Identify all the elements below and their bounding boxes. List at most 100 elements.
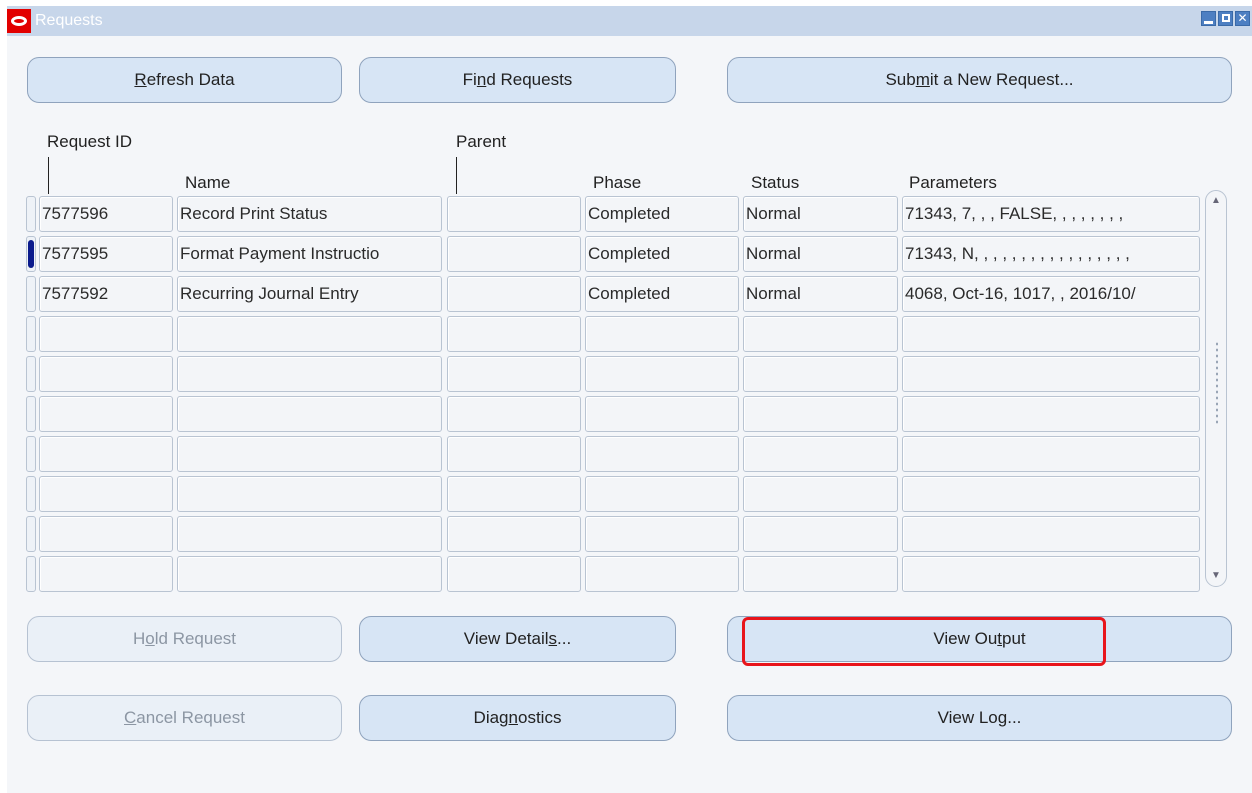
cell-status[interactable] bbox=[743, 316, 898, 352]
cell-status[interactable]: Normal bbox=[743, 236, 898, 272]
row-indicator[interactable] bbox=[26, 556, 36, 592]
cell-phase[interactable] bbox=[585, 356, 739, 392]
cell-status[interactable] bbox=[743, 436, 898, 472]
cancel-request-button[interactable]: Cancel Request bbox=[27, 695, 342, 741]
cell-parent[interactable] bbox=[447, 276, 581, 312]
button-label: View Detail bbox=[463, 629, 549, 648]
row-indicator[interactable] bbox=[26, 516, 36, 552]
cell-parameters[interactable]: 71343, 7, , , FALSE, , , , , , , , bbox=[902, 196, 1200, 232]
restore-icon[interactable] bbox=[1218, 11, 1233, 26]
row-indicator[interactable] bbox=[26, 356, 36, 392]
vertical-scrollbar[interactable]: ▲ ▼ bbox=[1205, 190, 1227, 587]
oracle-icon bbox=[7, 9, 31, 33]
cell-parameters[interactable] bbox=[902, 436, 1200, 472]
cell-status[interactable] bbox=[743, 396, 898, 432]
cell-parent[interactable] bbox=[447, 356, 581, 392]
cell-name[interactable] bbox=[177, 396, 442, 432]
scroll-thumb[interactable] bbox=[1215, 341, 1220, 426]
row-indicator[interactable] bbox=[26, 396, 36, 432]
cell-parameters[interactable] bbox=[902, 356, 1200, 392]
cell-name[interactable]: Recurring Journal Entry bbox=[177, 276, 442, 312]
cell-status[interactable]: Normal bbox=[743, 276, 898, 312]
cell-request-id[interactable]: 7577595 bbox=[39, 236, 173, 272]
submit-new-request-button[interactable]: Sub m it a New Request... bbox=[727, 57, 1232, 103]
cell-parameters[interactable]: 71343, N, , , , , , , , , , , , , , , , … bbox=[902, 236, 1200, 272]
cell-phase[interactable] bbox=[585, 476, 739, 512]
cell-parent[interactable] bbox=[447, 516, 581, 552]
cell-request-id[interactable] bbox=[39, 316, 173, 352]
cell-name[interactable] bbox=[177, 516, 442, 552]
cell-name[interactable] bbox=[177, 436, 442, 472]
row-indicator[interactable] bbox=[26, 196, 36, 232]
row-indicator[interactable] bbox=[26, 236, 36, 272]
row-indicator[interactable] bbox=[26, 276, 36, 312]
view-log-button[interactable]: View Lo g... bbox=[727, 695, 1232, 741]
cell-name[interactable] bbox=[177, 476, 442, 512]
scroll-up-icon[interactable]: ▲ bbox=[1210, 195, 1222, 207]
cell-request-id[interactable]: 7577596 bbox=[39, 196, 173, 232]
cell-phase[interactable] bbox=[585, 436, 739, 472]
cell-parent[interactable] bbox=[447, 396, 581, 432]
button-label: View Lo bbox=[937, 708, 998, 727]
diagnostics-button[interactable]: Diag n ostics bbox=[359, 695, 676, 741]
cell-parent[interactable] bbox=[447, 236, 581, 272]
cell-parent[interactable] bbox=[447, 476, 581, 512]
cell-phase[interactable] bbox=[585, 316, 739, 352]
mnemonic: n bbox=[508, 708, 518, 727]
minimize-icon[interactable] bbox=[1201, 11, 1216, 26]
button-label: View Ou bbox=[933, 629, 998, 648]
mnemonic: C bbox=[124, 708, 137, 727]
view-details-button[interactable]: View Detail s... bbox=[359, 616, 676, 662]
button-label: ancel Request bbox=[136, 708, 245, 727]
row-indicator[interactable] bbox=[26, 476, 36, 512]
row-indicator[interactable] bbox=[26, 436, 36, 472]
cell-request-id[interactable]: 7577592 bbox=[39, 276, 173, 312]
cell-request-id[interactable] bbox=[39, 476, 173, 512]
cell-phase[interactable] bbox=[585, 556, 739, 592]
cell-phase[interactable] bbox=[585, 516, 739, 552]
button-label: put bbox=[1002, 629, 1026, 648]
find-requests-button[interactable]: Fi n d Requests bbox=[359, 57, 676, 103]
cell-phase[interactable]: Completed bbox=[585, 276, 739, 312]
cell-request-id[interactable] bbox=[39, 396, 173, 432]
cell-parameters[interactable] bbox=[902, 556, 1200, 592]
scroll-down-icon[interactable]: ▼ bbox=[1210, 570, 1222, 582]
cell-parent[interactable] bbox=[447, 556, 581, 592]
title-bar[interactable]: Requests ✕ bbox=[7, 6, 1252, 36]
button-label: H bbox=[132, 629, 146, 648]
cell-phase[interactable] bbox=[585, 396, 739, 432]
cell-request-id[interactable] bbox=[39, 516, 173, 552]
cell-request-id[interactable] bbox=[39, 436, 173, 472]
cell-parameters[interactable] bbox=[902, 516, 1200, 552]
cell-parent[interactable] bbox=[447, 436, 581, 472]
row-indicator[interactable] bbox=[26, 316, 36, 352]
cell-parent[interactable] bbox=[447, 196, 581, 232]
hold-request-button[interactable]: Ho ld Request bbox=[27, 616, 342, 662]
cell-request-id[interactable] bbox=[39, 556, 173, 592]
cell-status[interactable] bbox=[743, 516, 898, 552]
cell-status[interactable] bbox=[743, 556, 898, 592]
button-label: ... bbox=[1007, 708, 1022, 727]
button-label: it a New Request... bbox=[929, 70, 1074, 89]
cell-status[interactable] bbox=[743, 356, 898, 392]
cell-parameters[interactable] bbox=[902, 396, 1200, 432]
mnemonic: m bbox=[915, 70, 930, 89]
cell-phase[interactable]: Completed bbox=[585, 196, 739, 232]
cell-name[interactable] bbox=[177, 556, 442, 592]
cell-name[interactable]: Format Payment Instructio bbox=[177, 236, 442, 272]
cell-request-id[interactable] bbox=[39, 356, 173, 392]
cell-parameters[interactable] bbox=[902, 316, 1200, 352]
cell-status[interactable]: Normal bbox=[743, 196, 898, 232]
cell-phase[interactable]: Completed bbox=[585, 236, 739, 272]
cell-name[interactable] bbox=[177, 356, 442, 392]
cell-status[interactable] bbox=[743, 476, 898, 512]
cell-parameters[interactable]: 4068, Oct-16, 1017, , 2016/10/ bbox=[902, 276, 1200, 312]
refresh-data-button[interactable]: Refresh Data bbox=[27, 57, 342, 103]
cell-parent[interactable] bbox=[447, 316, 581, 352]
close-icon[interactable]: ✕ bbox=[1235, 11, 1250, 26]
view-output-button[interactable]: View Ou t put bbox=[727, 616, 1232, 662]
cell-name[interactable]: Record Print Status bbox=[177, 196, 442, 232]
cell-name[interactable] bbox=[177, 316, 442, 352]
mnemonic: R bbox=[134, 70, 147, 89]
cell-parameters[interactable] bbox=[902, 476, 1200, 512]
